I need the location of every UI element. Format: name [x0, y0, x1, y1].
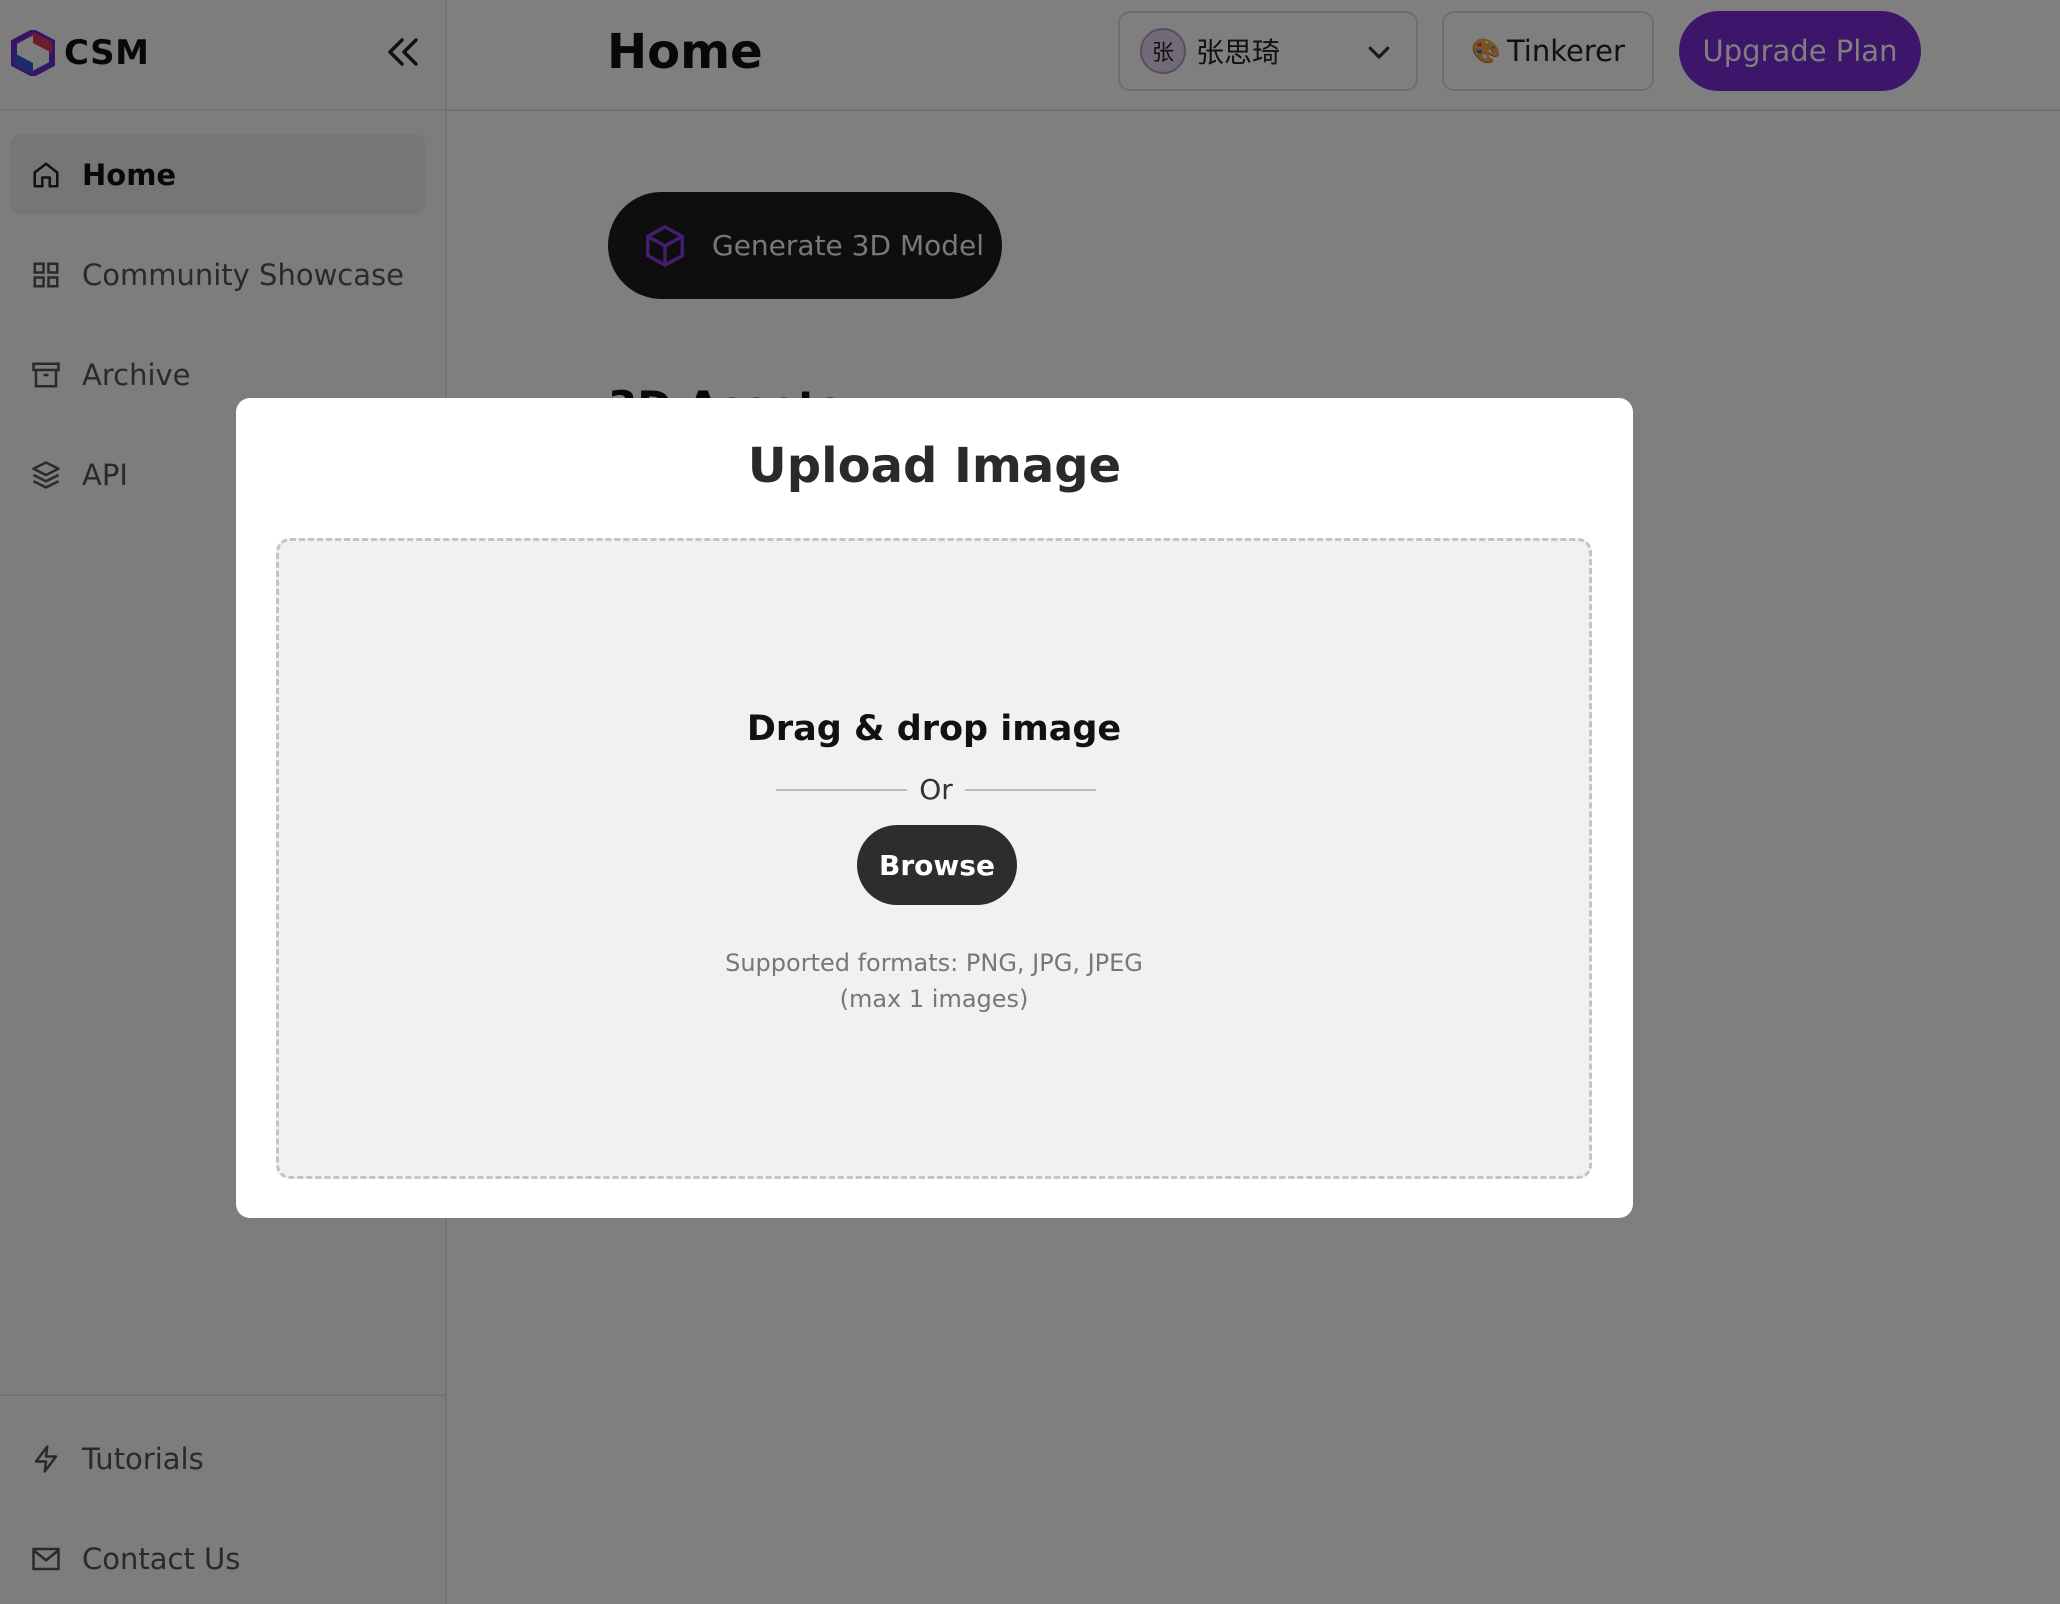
dropzone-title: Drag & drop image [746, 709, 1122, 749]
browse-button[interactable]: Browse [857, 825, 1017, 905]
or-divider: Or [776, 773, 1096, 806]
max-images-note: (max 1 images) [839, 985, 1029, 1013]
image-dropzone[interactable]: Drag & drop image Or Browse Supported fo… [276, 538, 1592, 1179]
divider-line [776, 788, 908, 791]
or-text: Or [919, 773, 953, 806]
upload-image-modal: Upload Image Drag & drop image Or Browse… [236, 398, 1633, 1218]
formats-line: Supported formats: PNG, JPG, JPEG [725, 949, 1143, 977]
divider-line [964, 788, 1096, 791]
modal-title: Upload Image [747, 438, 1122, 494]
supported-formats: Supported formats: PNG, JPG, JPEG (max 1… [279, 945, 1589, 1017]
